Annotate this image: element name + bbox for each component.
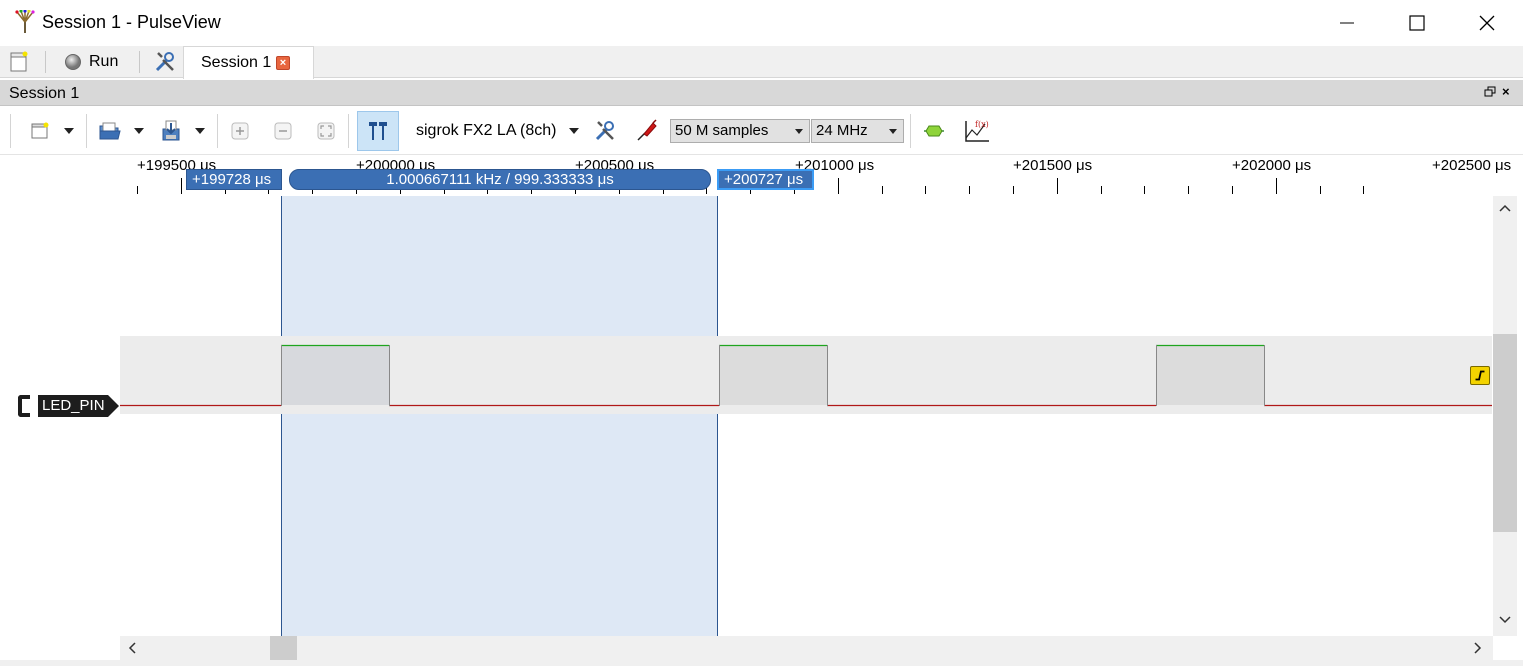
new-view-dropdown[interactable] — [60, 115, 78, 147]
chevron-down-icon — [134, 128, 144, 134]
run-indicator-icon — [65, 54, 81, 70]
vertical-scroll-thumb[interactable] — [1493, 334, 1517, 532]
cursor-left-flag[interactable]: +199728 μs — [186, 169, 282, 190]
maximize-button[interactable] — [1382, 0, 1452, 46]
zoom-fit-icon — [317, 122, 335, 140]
zoom-in-button[interactable] — [228, 115, 252, 147]
zoom-out-icon — [274, 122, 292, 140]
minimize-icon — [1340, 22, 1354, 24]
cursors-icon — [369, 122, 387, 140]
horizontal-scroll-thumb[interactable] — [270, 636, 297, 660]
channel-label-led-pin[interactable]: LED_PIN — [38, 395, 119, 417]
chevron-right-icon — [1474, 642, 1482, 654]
tools-icon — [595, 121, 614, 141]
open-folder-icon — [99, 122, 121, 140]
session-title: Session 1 — [9, 85, 80, 102]
add-decoder-button[interactable] — [920, 115, 948, 147]
new-session-button[interactable] — [9, 46, 29, 78]
device-dropdown[interactable] — [566, 115, 582, 147]
waveform-high-fills — [281, 345, 1264, 405]
zoom-in-icon — [231, 122, 249, 140]
toolbar-separator — [217, 114, 218, 148]
new-view-icon — [31, 122, 49, 139]
chevron-down-icon — [889, 129, 897, 134]
new-view-button[interactable] — [26, 115, 54, 147]
save-file-button[interactable] — [157, 115, 185, 147]
chevron-left-icon — [128, 642, 136, 654]
add-math-signal-button[interactable]: f(x) — [962, 115, 992, 147]
toolbar-separator — [45, 51, 46, 73]
open-file-dropdown[interactable] — [130, 115, 148, 147]
session-toolbar: sigrok FX2 LA (8ch) 50 M samples 24 MHz — [0, 107, 1523, 155]
title-bar: Session 1 - PulseView — [0, 0, 1523, 46]
zoom-out-button[interactable] — [271, 115, 295, 147]
tools-icon — [155, 52, 174, 72]
probe-icon — [637, 119, 657, 141]
scroll-down-button[interactable] — [1493, 608, 1517, 632]
vertical-scrollbar[interactable] — [1493, 196, 1517, 636]
chevron-up-icon — [1499, 204, 1511, 212]
save-icon — [162, 120, 180, 141]
show-cursors-button[interactable] — [357, 111, 399, 151]
device-config-button[interactable] — [592, 115, 618, 147]
close-dock-button[interactable]: × — [1502, 84, 1510, 99]
session-dock-header: Session 1 × — [0, 80, 1523, 106]
probe-config-button[interactable] — [634, 115, 660, 147]
new-document-icon — [10, 51, 28, 72]
zoom-fit-button[interactable] — [314, 115, 338, 147]
chevron-down-icon — [569, 128, 579, 134]
math-signal-icon: f(x) — [965, 120, 989, 142]
minimize-button[interactable] — [1312, 0, 1382, 46]
pulseview-logo-icon — [15, 10, 35, 33]
tab-session-label: Session 1 — [201, 54, 272, 71]
tab-close-icon[interactable]: × — [276, 56, 290, 70]
samplerate-value: 24 MHz — [816, 122, 868, 139]
window-title: Session 1 - PulseView — [42, 12, 221, 32]
chevron-down-icon — [64, 128, 74, 134]
device-selector-label[interactable]: sigrok FX2 LA (8ch) — [416, 122, 557, 140]
scroll-left-button[interactable] — [120, 636, 144, 660]
sample-count-select[interactable]: 50 M samples — [670, 119, 810, 143]
close-window-button[interactable] — [1452, 0, 1522, 46]
toolbar-separator — [86, 114, 87, 148]
svg-text:f(x): f(x) — [975, 120, 989, 129]
close-icon — [1479, 15, 1495, 31]
trace-viewport[interactable]: +199500 μs +200000 μs +200500 μs +201000… — [0, 156, 1523, 636]
toolbar-grip — [10, 114, 11, 148]
chevron-down-icon — [195, 128, 205, 134]
chevron-down-icon — [1499, 616, 1511, 624]
led-pin-waveform — [120, 344, 1492, 407]
bottom-edge — [0, 660, 1523, 666]
sample-count-value: 50 M samples — [675, 122, 769, 139]
settings-button[interactable] — [153, 46, 177, 78]
tab-session-1[interactable]: Session 1 × — [183, 46, 314, 79]
toolbar-separator — [910, 114, 911, 148]
cursor-right-flag[interactable]: +200727 μs — [717, 169, 814, 190]
rising-edge-trigger-icon[interactable] — [1470, 366, 1490, 385]
scroll-up-button[interactable] — [1493, 196, 1517, 220]
main-toolbar: Run Session 1 × — [0, 46, 1523, 79]
open-file-button[interactable] — [96, 115, 124, 147]
maximize-icon — [1409, 15, 1425, 31]
scroll-right-button[interactable] — [1466, 636, 1490, 660]
chevron-down-icon — [795, 129, 803, 134]
samplerate-select[interactable]: 24 MHz — [811, 119, 904, 143]
save-file-dropdown[interactable] — [191, 115, 209, 147]
cursor-measurement-label[interactable]: 1.000667111 kHz / 999.333333 μs — [289, 169, 711, 190]
run-label: Run — [89, 53, 119, 70]
protocol-decoder-icon — [924, 125, 944, 137]
run-button[interactable]: Run — [64, 46, 118, 78]
toolbar-separator — [348, 114, 349, 148]
horizontal-scrollbar[interactable] — [120, 636, 1493, 660]
float-dock-icon[interactable] — [1484, 86, 1496, 98]
toolbar-separator — [139, 51, 140, 73]
channel-drag-handle[interactable] — [18, 395, 30, 417]
